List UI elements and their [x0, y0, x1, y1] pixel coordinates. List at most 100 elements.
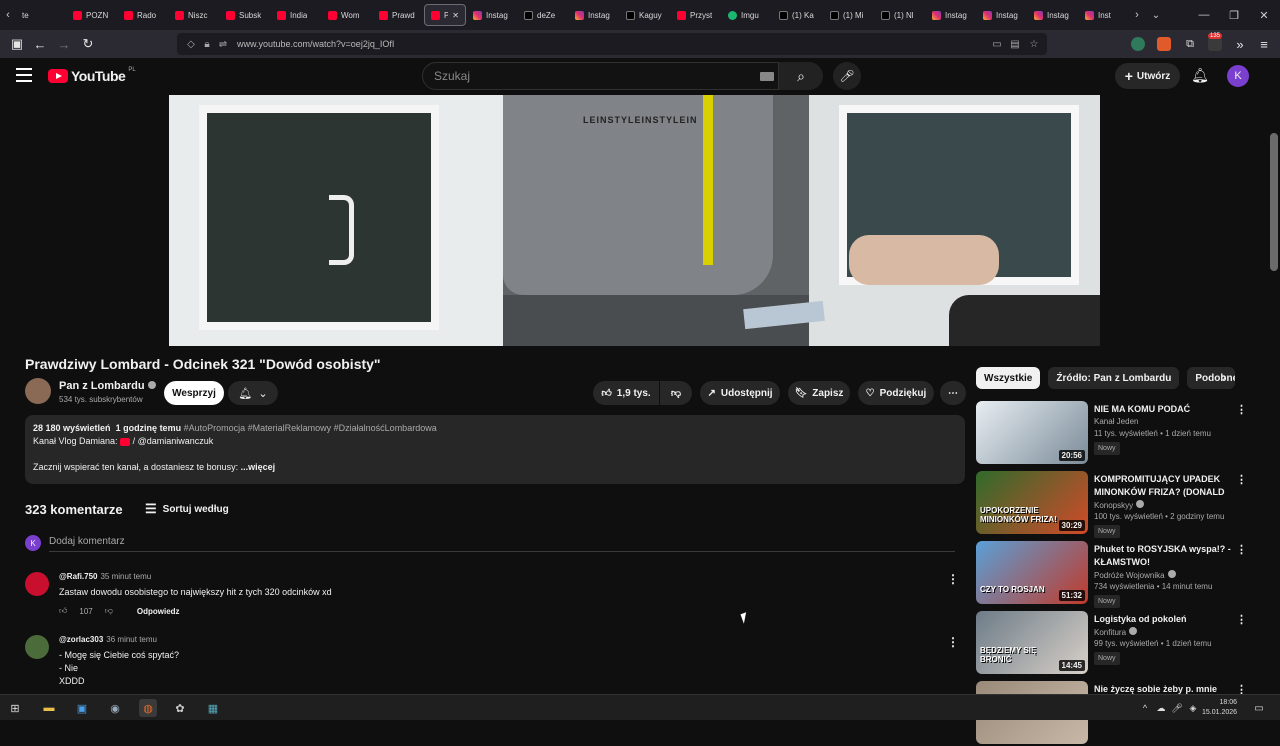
picture-in-picture-icon[interactable]: ▭ — [991, 38, 1003, 50]
extensions-icon[interactable]: ⧉ — [1178, 32, 1202, 56]
app-menu-icon[interactable]: ≡ — [1252, 32, 1276, 56]
recommendation-item[interactable]: CZY TO ROSJAN 51:32 Phuket to ROSYJSKA wys… — [976, 541, 1247, 608]
comment-author[interactable]: @zorlac303 — [59, 635, 103, 644]
browser-tab[interactable]: te — [16, 4, 66, 26]
recommendation-title[interactable]: Phuket to ROSYJSKA wyspa!? - KŁAMSTWO! — [1094, 543, 1234, 569]
recommendation-channel[interactable]: Konfitura — [1094, 627, 1138, 637]
comment-time[interactable]: 35 minut temu — [100, 572, 151, 581]
monitor-app-icon[interactable]: ▣ — [73, 699, 91, 717]
comment-avatar[interactable] — [25, 572, 49, 596]
recommendation-channel-name[interactable]: Kanał Jeden — [1094, 417, 1138, 426]
youtube-logo[interactable]: YouTube PL — [48, 67, 136, 84]
dislike-button[interactable]: 👎︎ — [660, 381, 692, 405]
search-button[interactable]: ⌕ — [779, 62, 823, 90]
tab-list-icon[interactable]: ⌄ — [1145, 10, 1167, 21]
firefox-icon[interactable]: ◍ — [139, 699, 157, 717]
recommendation-channel[interactable]: Podróże Wojownika — [1094, 570, 1176, 580]
support-button[interactable]: Wesprzyj — [164, 381, 224, 405]
recommendation-more-icon[interactable]: ⋮ — [1236, 473, 1247, 486]
tab-scroll-right-icon[interactable]: › — [1129, 9, 1145, 21]
recommendation-thumbnail[interactable]: UPOKORZENIE MINIONKÓW FRIZA! 30:29 — [976, 471, 1088, 534]
recommendation-item[interactable]: BĘDZIEMY SIĘ BRONIĆ 14:45 Logistyka od pok… — [976, 611, 1247, 676]
chip-all[interactable]: Wszystkie — [976, 367, 1041, 389]
browser-tab[interactable]: Instag — [926, 4, 976, 26]
lock-icon[interactable]: 🔒︎ — [201, 38, 213, 50]
recommendation-title[interactable]: Logistyka od pokoleń — [1094, 613, 1234, 626]
description-box[interactable]: 28 180 wyświetleń 1 godzinę temu #AutoPr… — [25, 415, 965, 484]
video-player[interactable]: LEINSTYLEINSTYLEIN — [169, 95, 1100, 346]
browser-tab[interactable]: Instag — [1028, 4, 1078, 26]
comment-author[interactable]: @Rafi.750 — [59, 572, 97, 581]
account-avatar[interactable]: K — [1227, 65, 1249, 87]
browser-tab[interactable]: (1) Nl — [875, 4, 925, 26]
browser-tab[interactable]: Wom — [322, 4, 372, 26]
sidebar-toggle-icon[interactable]: ▣ — [5, 32, 29, 56]
recommendation-channel-name[interactable]: Konopskyy — [1094, 501, 1133, 510]
browser-tab[interactable]: Rado — [118, 4, 168, 26]
reply-button[interactable]: Odpowiedz — [137, 607, 180, 616]
recommendation-channel[interactable]: Kanał Jeden — [1094, 417, 1138, 426]
add-comment-input[interactable]: Dodaj komentarz — [49, 536, 125, 547]
overflow-chevron-icon[interactable]: » — [1228, 32, 1252, 56]
browser-tab[interactable]: Instag — [467, 4, 517, 26]
browser-tab[interactable]: deZe — [518, 4, 568, 26]
sort-comments-button[interactable]: ☰ Sortuj według — [145, 501, 229, 517]
browser-tab[interactable]: Pra ✕ — [424, 4, 466, 26]
comment-dislike-icon[interactable]: 👎︎ — [105, 606, 113, 616]
taskbar-clock[interactable]: 18:06 15.01.2026 — [1202, 698, 1237, 718]
like-button[interactable]: 👍︎ 1,9 tys. — [593, 381, 659, 405]
save-button[interactable]: 🔖︎ Zapisz — [788, 381, 850, 405]
calculator-icon[interactable]: ▦ — [204, 699, 222, 717]
app-icon[interactable]: ✿ — [171, 699, 189, 717]
url-text[interactable]: www.youtube.com/watch?v=oej2jq_IOfI — [237, 39, 394, 49]
extension-badge-icon[interactable] — [1208, 37, 1222, 51]
recommendation-thumbnail[interactable]: 20:56 — [976, 401, 1088, 464]
comment-like-icon[interactable]: 👍︎ — [59, 606, 67, 616]
recommendation-thumbnail[interactable]: CZY TO ROSJAN 51:32 — [976, 541, 1088, 604]
extension-fox-icon[interactable] — [1157, 37, 1171, 51]
channel-avatar[interactable] — [25, 378, 51, 404]
recommendation-thumbnail[interactable]: BĘDZIEMY SIĘ BRONIĆ 14:45 — [976, 611, 1088, 674]
window-close-icon[interactable]: ✕ — [1248, 0, 1280, 30]
browser-tab[interactable]: Niszc — [169, 4, 219, 26]
browser-tab[interactable]: (1) Mi — [824, 4, 874, 26]
browser-tab[interactable]: POZN — [67, 4, 117, 26]
recommendation-channel-name[interactable]: Podróże Wojownika — [1094, 571, 1165, 580]
more-actions-button[interactable]: ⋯ — [940, 381, 966, 405]
recommendation-title[interactable]: KOMPROMITUJĄCY UPADEK MINONKÓW FRIZA? (D… — [1094, 473, 1234, 500]
shield-icon[interactable]: ◇ — [185, 38, 197, 50]
start-icon[interactable]: ⊞ — [6, 699, 24, 717]
reader-view-icon[interactable]: ▤ — [1009, 38, 1021, 50]
keyboard-icon[interactable] — [760, 72, 774, 81]
minimize-icon[interactable]: — — [1188, 0, 1220, 30]
share-button[interactable]: ↗ Udostępnij — [700, 381, 780, 405]
recommendation-title[interactable]: NIE MA KOMU PODAĆ — [1094, 403, 1234, 416]
notification-settings-button[interactable]: 🔔︎ ⌄ — [228, 381, 278, 405]
browser-tab[interactable]: Przyst — [671, 4, 721, 26]
recommendation-channel[interactable]: Konopskyy — [1094, 500, 1145, 510]
restore-icon[interactable]: ❐ — [1218, 0, 1250, 30]
file-explorer-icon[interactable]: ▬ — [40, 699, 58, 717]
thanks-button[interactable]: ♡ Podziękuj — [858, 381, 934, 405]
browser-tab[interactable]: Kaguy — [620, 4, 670, 26]
recommendation-more-icon[interactable]: ⋮ — [1236, 543, 1247, 556]
browser-tab[interactable]: Prawd — [373, 4, 423, 26]
create-button[interactable]: + Utwórz — [1115, 63, 1180, 89]
comment-more-icon[interactable]: ⋮ — [947, 635, 959, 649]
steam-icon[interactable]: ◉ — [106, 699, 124, 717]
channel-name[interactable]: Pan z Lombardu — [59, 380, 156, 392]
url-bar[interactable]: ◇ 🔒︎ ⇌ www.youtube.com/watch?v=oej2jq_IO… — [177, 33, 1047, 55]
browser-tab[interactable]: Imgu — [722, 4, 772, 26]
search-input[interactable]: Szukaj — [422, 62, 779, 90]
browser-tab[interactable]: (1) Ka — [773, 4, 823, 26]
comment-time[interactable]: 36 minut temu — [106, 635, 157, 644]
notifications-bell-icon[interactable]: 🔔︎ — [1190, 67, 1210, 84]
hamburger-menu-icon[interactable] — [16, 68, 32, 82]
chip-source[interactable]: Źródło: Pan z Lombardu — [1048, 367, 1180, 389]
show-more-link[interactable]: ...więcej — [241, 462, 276, 472]
tray-network-icon[interactable]: ◈ — [1184, 699, 1202, 717]
bookmark-star-icon[interactable]: ☆ — [1028, 38, 1040, 50]
chips-next-icon[interactable]: › — [1222, 370, 1226, 384]
browser-tab[interactable]: India — [271, 4, 321, 26]
scrollbar-thumb[interactable] — [1270, 133, 1278, 271]
